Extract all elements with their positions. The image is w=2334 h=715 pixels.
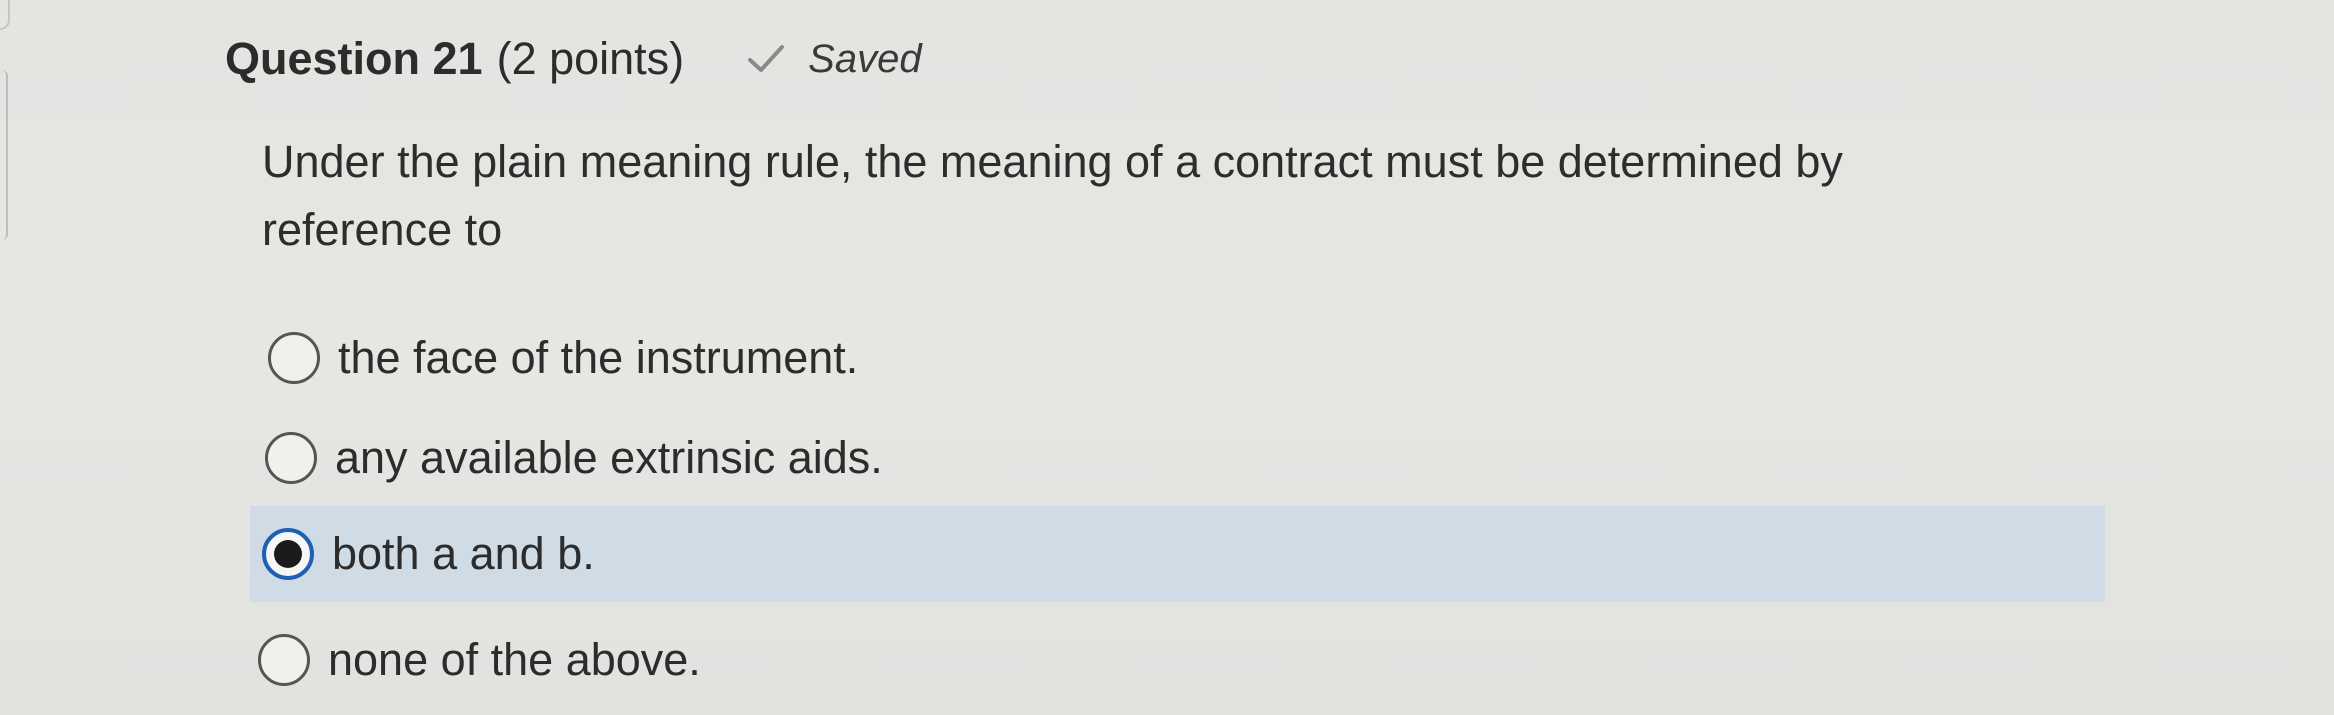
question-points: (2 points) [496, 33, 685, 84]
radio-button[interactable] [268, 332, 320, 384]
answer-option-label: any available extrinsic aids. [335, 432, 883, 483]
answer-option-label: both a and b. [332, 528, 595, 579]
radio-button[interactable] [265, 432, 317, 484]
checkmark-icon [748, 45, 785, 72]
radio-button-selected[interactable] [262, 528, 314, 580]
saved-status: Saved [746, 36, 922, 82]
answer-option-selected[interactable]: both a and b. [250, 506, 2105, 602]
left-panel-edge [0, 70, 8, 240]
left-panel-edge-top [0, 0, 10, 30]
answer-option[interactable]: none of the above. [250, 612, 2105, 708]
question-header: Question 21 (2 points) Saved [225, 24, 922, 94]
saved-label: Saved [808, 36, 922, 81]
answer-option-label: the face of the instrument. [338, 332, 859, 383]
answer-option[interactable]: the face of the instrument. [250, 310, 2105, 406]
radio-button[interactable] [258, 634, 310, 686]
question-prompt: Under the plain meaning rule, the meanin… [262, 136, 1843, 255]
answer-option[interactable]: any available extrinsic aids. [250, 410, 2105, 506]
answer-option-label: none of the above. [328, 634, 701, 685]
question-title: Question 21 [225, 33, 483, 84]
